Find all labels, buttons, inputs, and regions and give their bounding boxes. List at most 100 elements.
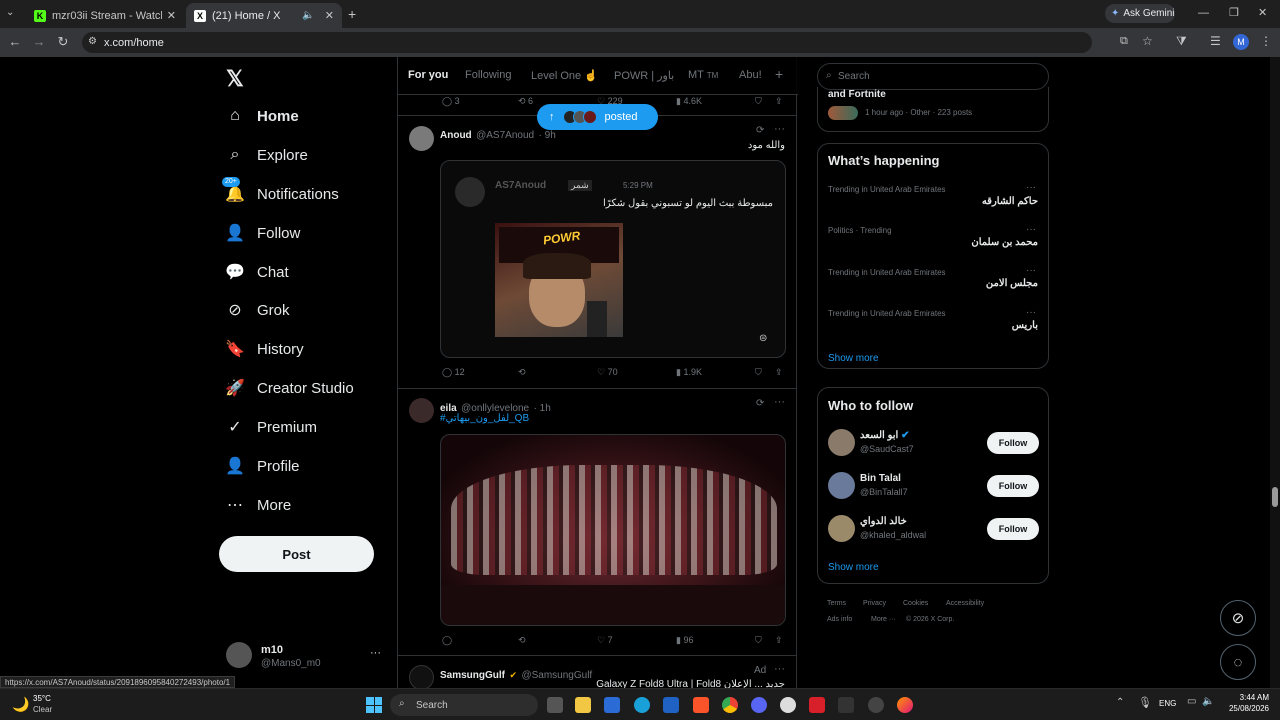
close-tab-icon[interactable]: ✕ bbox=[167, 9, 176, 22]
file-explorer-icon[interactable] bbox=[575, 697, 591, 713]
sidebar-item-grok[interactable]: ⊘ Grok bbox=[224, 295, 289, 325]
footer-cookies[interactable]: Cookies bbox=[903, 600, 928, 607]
network-icon[interactable]: ▭ bbox=[1187, 696, 1196, 707]
site-info-icon[interactable]: ⚙ bbox=[88, 36, 97, 47]
views-button[interactable]: ▮ 96 bbox=[676, 635, 693, 646]
chat-float-button[interactable]: ◌ bbox=[1220, 644, 1256, 680]
tweet-image[interactable] bbox=[440, 434, 786, 626]
clock-date[interactable]: 25/08/2026 bbox=[1222, 704, 1269, 713]
store-icon[interactable] bbox=[604, 697, 620, 713]
trend-item[interactable]: مجلس الامن bbox=[986, 278, 1038, 289]
app-icon[interactable] bbox=[868, 697, 884, 713]
sidebar-item-more[interactable]: ⋯ More bbox=[224, 490, 291, 520]
follow-user-name[interactable]: ابو السعد ✔ bbox=[860, 430, 910, 441]
tweet-time[interactable]: · 9h bbox=[539, 130, 556, 141]
tweet-more-icon[interactable]: ··· bbox=[774, 663, 785, 675]
avatar[interactable] bbox=[409, 665, 434, 688]
avatar[interactable] bbox=[828, 429, 855, 456]
x-logo-icon[interactable]: 𝕏 bbox=[226, 66, 244, 92]
new-posts-pill[interactable]: ↑ posted bbox=[537, 104, 658, 130]
tab-following[interactable]: Following bbox=[465, 69, 511, 81]
views-button[interactable]: ▮ 1.9K bbox=[676, 367, 702, 378]
task-view-icon[interactable] bbox=[547, 697, 563, 713]
post-button[interactable]: Post bbox=[219, 536, 374, 572]
tab-for-you[interactable]: For you bbox=[408, 69, 448, 81]
firefox-icon[interactable] bbox=[897, 697, 913, 713]
reply-button[interactable]: ◯ bbox=[442, 635, 452, 646]
app-icon[interactable] bbox=[780, 697, 796, 713]
sidebar-item-notifications[interactable]: 🔔 20+ Notifications bbox=[222, 177, 339, 209]
tab-level-one[interactable]: Level One ☝ bbox=[531, 69, 598, 82]
scrollbar[interactable] bbox=[1270, 57, 1280, 688]
tweet-ad[interactable]: SamsungGulf ✔ @SamsungGulf Ad ··· Galaxy… bbox=[398, 656, 796, 688]
trend-more-icon[interactable]: ··· bbox=[1026, 224, 1036, 235]
reply-button[interactable]: ◯ 3 bbox=[442, 96, 460, 107]
footer-terms[interactable]: Terms bbox=[827, 600, 846, 607]
bookmark-button[interactable]: ⛉ bbox=[755, 367, 762, 378]
discord-icon[interactable] bbox=[751, 697, 767, 713]
microphone-icon[interactable]: 🎙 bbox=[1138, 696, 1152, 709]
clock-time[interactable]: 3:44 AM bbox=[1227, 693, 1269, 702]
share-button[interactable]: ⇪ bbox=[775, 96, 783, 107]
repost-button[interactable]: ⟲ bbox=[518, 367, 526, 378]
repost-button[interactable]: ⟲ bbox=[518, 635, 526, 646]
avatar[interactable] bbox=[409, 126, 434, 151]
bookmark-button[interactable]: ⛉ bbox=[755, 96, 762, 107]
sidebar-item-creator-studio[interactable]: 🚀 Creator Studio bbox=[224, 373, 354, 403]
start-button[interactable] bbox=[366, 697, 382, 713]
footer-more[interactable]: More ··· bbox=[871, 616, 896, 623]
new-tab-button[interactable]: + bbox=[348, 6, 356, 22]
tab-abu[interactable]: Abu! bbox=[739, 69, 762, 81]
tweet-time[interactable]: · 1h bbox=[534, 403, 551, 414]
sidebar-item-premium[interactable]: ✓ Premium bbox=[224, 412, 317, 442]
follow-button[interactable]: Follow bbox=[987, 518, 1039, 540]
grok-explain-icon[interactable]: ⟳ bbox=[756, 398, 764, 409]
language-indicator[interactable]: ENG bbox=[1159, 699, 1176, 708]
add-tab-button[interactable]: + bbox=[775, 66, 783, 82]
weather-temp[interactable]: 35°C bbox=[33, 694, 51, 703]
tab-powr[interactable]: POWR | باور bbox=[614, 69, 674, 82]
grok-float-button[interactable]: ⊘ bbox=[1220, 600, 1256, 636]
follow-user-name[interactable]: خالد الدواي bbox=[860, 516, 907, 527]
tweet-author-handle[interactable]: @SamsungGulf bbox=[521, 670, 592, 681]
quote-image[interactable]: POWR bbox=[495, 223, 623, 337]
tweet-author-name[interactable]: SamsungGulf bbox=[440, 670, 505, 681]
follow-user-name[interactable]: Bin Talal bbox=[860, 473, 901, 484]
tweet[interactable]: eila @onllylevelone · 1h ⟳ ··· #لفل_ون_ب… bbox=[398, 389, 796, 654]
sidebar-item-home[interactable]: ⌂ Home bbox=[224, 101, 299, 131]
tweet[interactable]: Anoud @AS7Anoud · 9h ⟳ ··· والله مود AS7… bbox=[398, 116, 796, 388]
footer-accessibility[interactable]: Accessibility bbox=[946, 600, 984, 607]
repost-button[interactable]: ⟲ 6 bbox=[518, 96, 533, 107]
tweet-more-icon[interactable]: ··· bbox=[774, 123, 785, 135]
tweet-more-icon[interactable]: ··· bbox=[774, 396, 785, 408]
tab-kick-stream[interactable]: K mzr03ii Stream - Watch Live on ✕ bbox=[26, 3, 184, 28]
share-button[interactable]: ⇪ bbox=[775, 367, 783, 378]
bookmark-button[interactable]: ⛉ bbox=[755, 635, 762, 646]
tray-overflow-icon[interactable]: ⌃ bbox=[1116, 697, 1124, 708]
trend-item[interactable]: باريس bbox=[1012, 320, 1038, 331]
hashtag-link[interactable]: #لفل_ون_بيهاتي_QB bbox=[440, 413, 529, 424]
calendar-icon[interactable] bbox=[663, 697, 679, 713]
maximize-button[interactable]: ❐ bbox=[1229, 6, 1239, 19]
back-button[interactable]: ← bbox=[4, 34, 26, 49]
search-input[interactable]: ⌕ Search bbox=[817, 63, 1049, 90]
chrome-menu-icon[interactable]: ⋮ bbox=[1260, 34, 1272, 48]
install-app-icon[interactable]: ⧉ bbox=[1120, 35, 1128, 48]
reply-button[interactable]: ◯ 12 bbox=[442, 367, 465, 378]
forward-button[interactable]: → bbox=[28, 34, 50, 49]
trending-spaces-card[interactable]: and Fortnite 1 hour ago · Other · 223 po… bbox=[817, 87, 1049, 132]
close-window-button[interactable]: ✕ bbox=[1258, 6, 1267, 19]
tab-x-home[interactable]: X (21) Home / X 🔈 ✕ bbox=[186, 3, 342, 28]
speaker-icon[interactable]: 🔈 bbox=[302, 10, 314, 21]
trend-item[interactable]: محمد بن سلمان bbox=[971, 237, 1038, 248]
avatar[interactable] bbox=[828, 472, 855, 499]
follow-button[interactable]: Follow bbox=[987, 475, 1039, 497]
account-switcher[interactable]: m10 @Mans0_m0 ··· bbox=[226, 641, 386, 675]
edge-icon[interactable] bbox=[634, 697, 650, 713]
trend-more-icon[interactable]: ··· bbox=[1026, 307, 1036, 318]
footer-ads-info[interactable]: Ads info bbox=[827, 616, 852, 623]
show-more-link[interactable]: Show more bbox=[828, 562, 879, 573]
ask-gemini-button[interactable]: ✦ Ask Gemini bbox=[1105, 4, 1175, 23]
minimize-button[interactable]: — bbox=[1198, 7, 1209, 19]
tweet-author-name[interactable]: Anoud bbox=[440, 130, 472, 141]
